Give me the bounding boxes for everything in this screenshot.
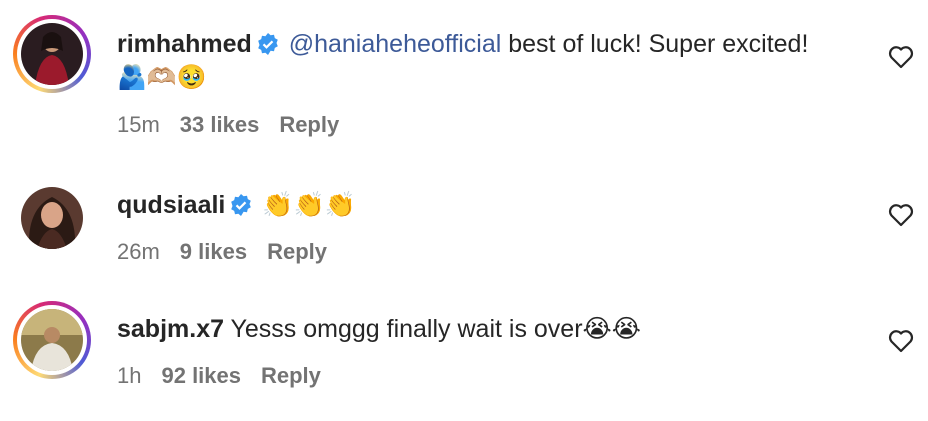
comment-mention[interactable]: @haniahehe​official xyxy=(289,30,502,58)
reply-button[interactable]: Reply xyxy=(279,112,339,137)
verified-badge-icon xyxy=(256,32,280,63)
comment-username[interactable]: sabjm.x7 xyxy=(117,315,224,343)
reply-button[interactable]: Reply xyxy=(267,239,327,264)
comment-time: 15m xyxy=(117,112,160,137)
comment-text: Yesss omggg finally wait is over😭😭 xyxy=(224,315,641,343)
comment-line: qudsiaali 👏👏👏 xyxy=(117,190,356,224)
comment-time: 1h xyxy=(117,363,142,388)
heart-outline-icon[interactable] xyxy=(888,329,914,353)
avatar-rimhahmed[interactable] xyxy=(13,15,91,93)
comment-meta: 26m 9 likes Reply xyxy=(117,239,347,265)
verified-badge-icon xyxy=(229,193,253,224)
comment-emoji-line: 🫂🫶🏼🥹 xyxy=(117,64,207,91)
comment-likes[interactable]: 33 likes xyxy=(180,112,260,137)
reply-button[interactable]: Reply xyxy=(261,363,321,388)
comment-text: 👏👏👏 xyxy=(262,191,356,219)
avatar-sabjm[interactable] xyxy=(13,301,91,379)
avatar-qudsiaali[interactable] xyxy=(21,187,83,249)
comment-time: 26m xyxy=(117,239,160,264)
comment-meta: 1h 92 likes Reply xyxy=(117,363,341,389)
comment-line: sabjm.x7 Yesss omggg finally wait is ove… xyxy=(117,314,641,344)
comment-likes[interactable]: 92 likes xyxy=(161,363,241,388)
comment-likes[interactable]: 9 likes xyxy=(180,239,247,264)
comment-meta: 15m 33 likes Reply xyxy=(117,112,359,138)
comment-username[interactable]: qudsiaali xyxy=(117,191,225,219)
comment-username[interactable]: rimhahmed xyxy=(117,30,252,58)
heart-outline-icon[interactable] xyxy=(888,45,914,69)
heart-outline-icon[interactable] xyxy=(888,203,914,227)
comment-text: best of luck! Super excited! xyxy=(501,30,809,58)
comment-line: rimhahmed @haniahehe​official best of lu… xyxy=(117,29,808,63)
